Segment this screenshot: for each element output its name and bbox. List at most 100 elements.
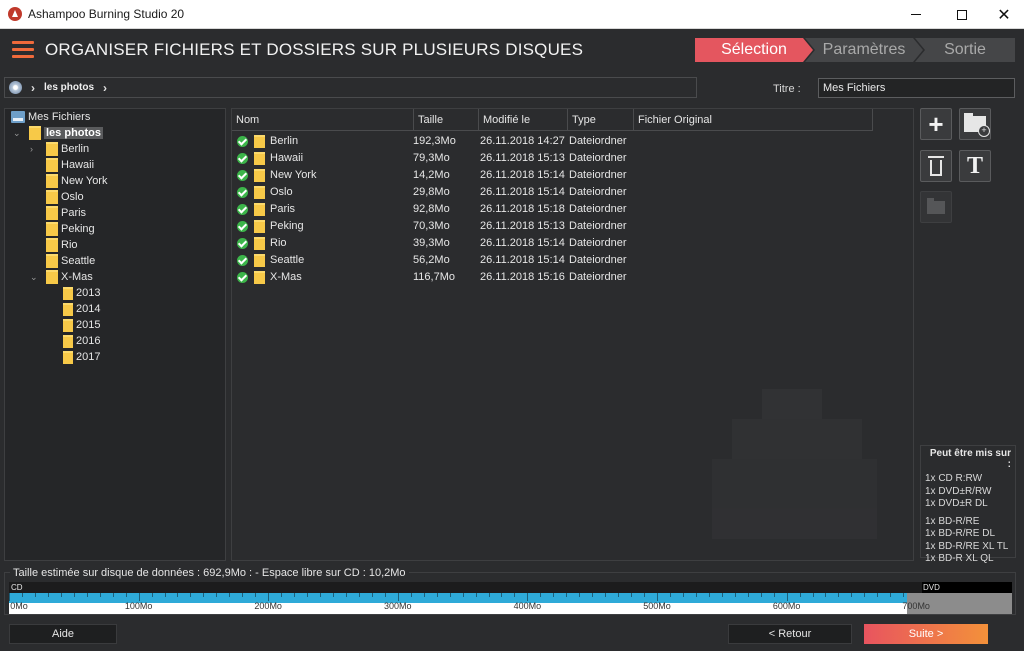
compat-item: 1x CD R:RW (925, 473, 983, 484)
capacity-tick (112, 593, 114, 597)
folder-icon (46, 222, 58, 236)
column-header-size[interactable]: Taille (414, 109, 479, 131)
folder-icon (63, 350, 73, 364)
capacity-tick (682, 593, 684, 597)
table-row[interactable]: X-Mas 116,7Mo 26.11.2018 15:16 Dateiordner (232, 269, 873, 286)
rename-button[interactable]: T (959, 150, 991, 182)
capacity-bar: CD DVD 0Mo 100Mo 200Mo 300Mo 400Mo 500Mo 600Mo… (9, 582, 1012, 614)
window-title: Ashampoo Burning Studio 20 (28, 7, 185, 21)
cell-date: 26.11.2018 15:16 (480, 271, 565, 283)
capacity-tick (229, 593, 231, 597)
capacity-tick (190, 593, 192, 597)
compat-item: 1x BD-R/RE (925, 515, 980, 527)
table-row[interactable]: Peking 70,3Mo 26.11.2018 15:13 Dateiordner (232, 218, 873, 235)
capacity-tick (99, 593, 101, 597)
cell-name: Oslo (270, 186, 293, 198)
capacity-tick (475, 593, 477, 597)
column-header-original[interactable]: Fichier Original (634, 109, 873, 131)
breadcrumb-item[interactable]: les photos (44, 82, 94, 93)
chevron-down-icon[interactable]: ⌄ (13, 128, 23, 139)
tree-item[interactable]: › Berlin (30, 141, 89, 157)
tree-item[interactable]: 2017 (63, 349, 100, 365)
tree-item[interactable]: New York (46, 173, 107, 189)
new-folder-button[interactable] (959, 108, 991, 140)
maximize-button[interactable] (939, 0, 985, 29)
table-row[interactable]: Paris 92,8Mo 26.11.2018 15:18 Dateiordner (232, 201, 873, 218)
tree-item[interactable]: Peking (46, 221, 95, 237)
tree-item[interactable]: 2014 (63, 301, 100, 317)
cell-date: 26.11.2018 15:13 (480, 220, 565, 232)
open-folder-button[interactable] (920, 191, 952, 223)
capacity-tick (125, 593, 127, 597)
tree-item[interactable]: Seattle (46, 253, 95, 269)
folder-icon (46, 142, 58, 156)
table-row[interactable]: New York 14,2Mo 26.11.2018 15:14 Dateiordne… (232, 167, 873, 184)
table-row[interactable]: Berlin 192,3Mo 26.11.2018 14:27 Dateiordner (232, 133, 873, 150)
tree-item[interactable]: 2013 (63, 285, 100, 301)
status-ok-icon (237, 136, 248, 147)
folder-icon (46, 158, 58, 172)
folder-icon (46, 254, 58, 268)
close-button[interactable]: ✕ (981, 0, 1024, 29)
capacity-tick (812, 593, 814, 597)
add-button[interactable]: + (920, 108, 952, 140)
table-row[interactable]: Oslo 29,8Mo 26.11.2018 15:14 Dateiordner (232, 184, 873, 201)
new-folder-icon (964, 113, 990, 137)
close-icon: ✕ (997, 6, 1011, 24)
table-row[interactable]: Seattle 56,2Mo 26.11.2018 15:14 Dateiordner (232, 252, 873, 269)
folder-icon (46, 206, 58, 220)
cell-size: 192,3Mo (413, 135, 456, 147)
tree-item[interactable]: ⌄ X-Mas (30, 269, 93, 285)
capacity-tick-label: 100Mo (124, 601, 153, 611)
tree-item[interactable]: Rio (46, 237, 78, 253)
capacity-tick (527, 593, 529, 601)
delete-button[interactable] (920, 150, 952, 182)
disc-icon[interactable] (9, 81, 22, 94)
compatible-media-box: Peut être mis sur : 1x CD R:RW 1x DVD±R/… (920, 445, 1016, 564)
folder-icon (46, 270, 58, 284)
wizard-steps: Sélection Paramètres Sortie (695, 38, 1015, 62)
capacity-tick (203, 593, 205, 597)
column-header-modified[interactable]: Modifié le (479, 109, 568, 131)
capacity-tick (851, 593, 853, 597)
back-button[interactable]: < Retour (728, 624, 852, 644)
step-parametres: Paramètres (805, 38, 923, 62)
tree-item-les-photos[interactable]: ⌄ les photos (13, 125, 104, 141)
minimize-button[interactable] (893, 0, 939, 29)
tree-root[interactable]: Mes Fichiers (11, 109, 90, 125)
capacity-tick (242, 593, 244, 597)
capacity-tick-label: 300Mo (384, 601, 412, 611)
page-title: ORGANISER FICHIERS ET DOSSIERS SUR PLUSI… (45, 40, 584, 59)
capacity-tick (410, 593, 412, 597)
chevron-right-icon[interactable]: › (30, 144, 40, 154)
table-row[interactable]: Hawaii 79,3Mo 26.11.2018 15:13 Dateiordner (232, 150, 873, 167)
cell-date: 26.11.2018 15:14 (480, 186, 565, 198)
cell-type: Dateiordner (569, 152, 627, 164)
capacity-tick (825, 593, 827, 597)
cell-size: 29,8Mo (413, 186, 450, 198)
capacity-tick (60, 593, 62, 597)
help-button[interactable]: Aide (9, 624, 117, 644)
column-header-name[interactable]: Nom (232, 109, 414, 131)
capacity-tick (47, 593, 49, 597)
status-ok-icon (237, 187, 248, 198)
tree-item[interactable]: 2015 (63, 317, 100, 333)
capacity-tick (605, 593, 607, 597)
capacity-tick (21, 593, 23, 597)
chevron-right-icon[interactable]: › (103, 81, 107, 95)
tree-item[interactable]: Hawaii (46, 157, 94, 173)
chevron-down-icon[interactable]: ⌄ (30, 272, 40, 283)
hamburger-menu-icon[interactable] (12, 41, 34, 59)
cell-date: 26.11.2018 15:18 (480, 203, 565, 215)
cell-type: Dateiordner (569, 186, 627, 198)
tree-item[interactable]: Paris (46, 205, 86, 221)
capacity-tick (864, 593, 866, 597)
title-input[interactable] (818, 78, 1015, 98)
column-header-type[interactable]: Type (568, 109, 634, 131)
chevron-right-icon[interactable]: › (31, 81, 35, 95)
tree-item[interactable]: 2016 (63, 333, 100, 349)
compat-item: 1x BD-R/RE XL TL (925, 540, 1009, 552)
next-button[interactable]: Suite > (864, 624, 988, 644)
table-row[interactable]: Rio 39,3Mo 26.11.2018 15:14 Dateiordner (232, 235, 873, 252)
tree-item[interactable]: Oslo (46, 189, 84, 205)
